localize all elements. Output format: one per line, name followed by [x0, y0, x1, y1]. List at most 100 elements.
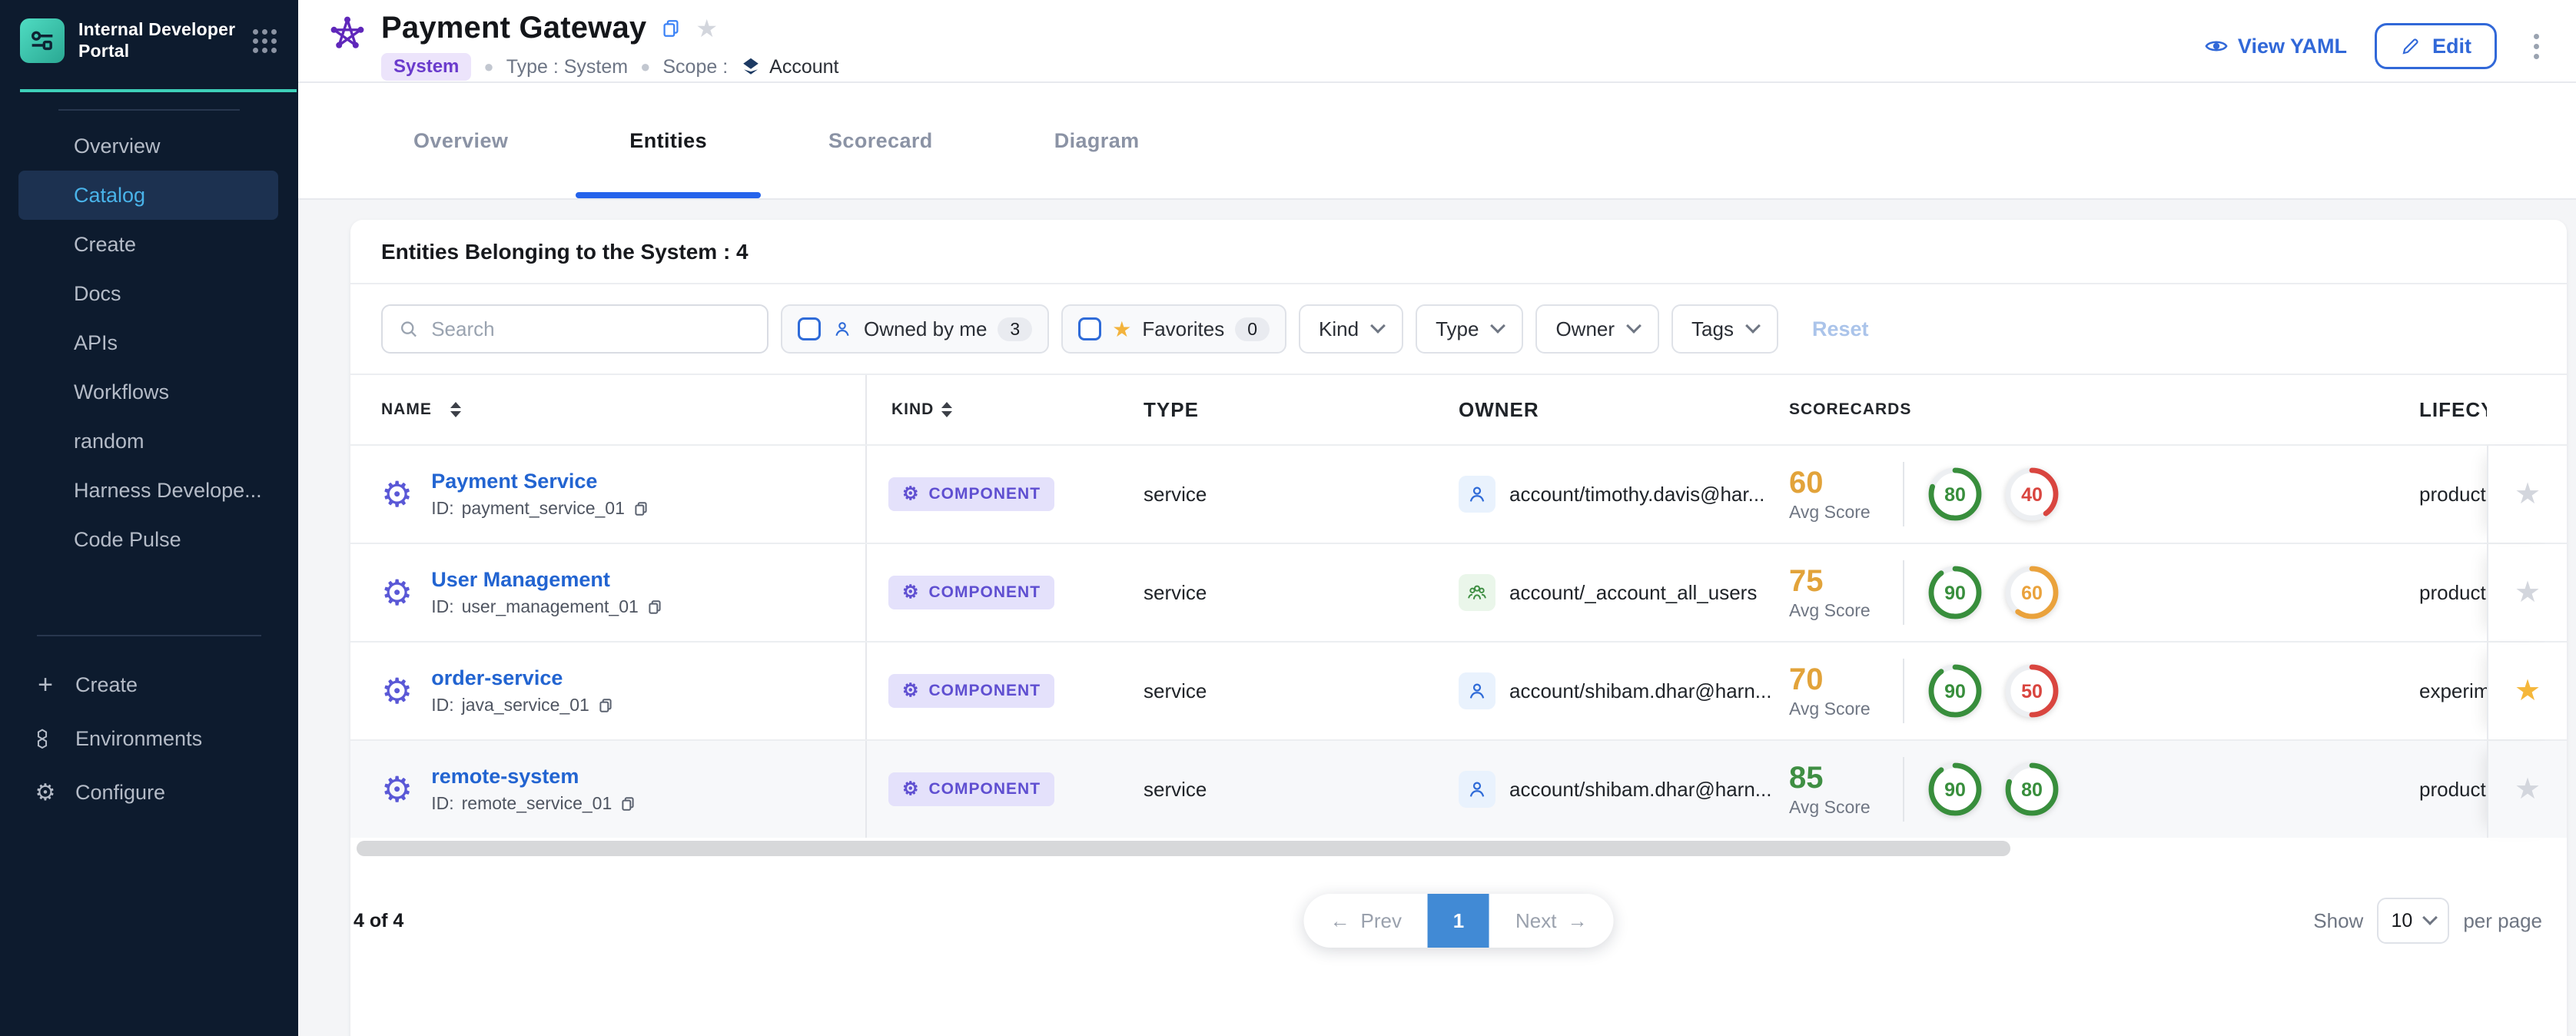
favorite-star-icon[interactable]: ★ [2515, 480, 2541, 509]
tab-overview[interactable]: Overview [360, 83, 562, 198]
entity-tabs: OverviewEntitiesScorecardDiagram [298, 83, 2576, 200]
copy-id-icon[interactable] [619, 795, 636, 812]
sidebar-item-harness-develope[interactable]: Harness Develope... [18, 466, 278, 515]
entity-name-link[interactable]: remote-system [431, 765, 636, 789]
type-value: service [1144, 581, 1207, 605]
scorecard-gauges: 80 40 [1926, 465, 2061, 523]
search-input[interactable] [431, 317, 752, 341]
sort-icon[interactable] [450, 402, 461, 417]
avg-score-label: Avg Score [1789, 797, 1903, 818]
type-value: service [1144, 483, 1207, 506]
type-value: service [1144, 778, 1207, 802]
arrow-right-icon: → [1567, 909, 1587, 933]
column-header-kind[interactable]: KIND [867, 400, 1144, 419]
eye-icon [2204, 34, 2229, 58]
copy-id-icon[interactable] [646, 599, 663, 616]
svg-text:80: 80 [1944, 484, 1966, 506]
view-yaml-button[interactable]: View YAML [2204, 34, 2347, 58]
avg-score-label: Avg Score [1789, 699, 1903, 719]
score-gauge: 40 [2003, 465, 2061, 523]
copy-id-icon[interactable] [597, 697, 614, 714]
copy-title-icon[interactable] [660, 18, 682, 39]
tab-entities[interactable]: Entities [576, 83, 761, 198]
sidebar-item-workflows[interactable]: Workflows [18, 367, 278, 417]
person-icon [1466, 483, 1489, 506]
entity-name-link[interactable]: User Management [431, 568, 663, 592]
score-gauge: 60 [2003, 563, 2061, 622]
table-row[interactable]: ⚙ order-service ID: java_service_01 ⚙ CO… [350, 641, 2567, 739]
table-row[interactable]: ⚙ User Management ID: user_management_01… [350, 543, 2567, 641]
favorite-star-icon[interactable]: ★ [2515, 578, 2541, 607]
page-size-select[interactable]: 10 [2377, 898, 2449, 944]
tab-scorecard[interactable]: Scorecard [775, 83, 987, 198]
component-gear-icon: ⚙ [381, 575, 413, 610]
avg-score-value: 85 [1789, 762, 1903, 794]
scorecard-gauges: 9060 [1926, 563, 2061, 622]
favorite-star-icon[interactable]: ★ [2515, 775, 2541, 804]
chevron-down-icon [1370, 318, 1386, 334]
owner-icon [1459, 672, 1495, 709]
owned-by-me-filter[interactable]: Owned by me 3 [781, 304, 1049, 354]
table-header: NAMEKINDTYPEOWNERSCORECARDSLIFECYCLE [350, 375, 2567, 444]
favorite-title-star-icon[interactable]: ★ [695, 16, 718, 41]
app-switcher-icon[interactable] [253, 29, 277, 53]
owner-dropdown[interactable]: Owner [1535, 304, 1659, 354]
sort-icon[interactable] [941, 402, 952, 417]
sidebar-item-apis[interactable]: APIs [18, 318, 278, 367]
reset-filters-button[interactable]: Reset [1812, 317, 1869, 341]
arrow-left-icon: ← [1330, 909, 1350, 933]
pencil-icon [2400, 35, 2422, 57]
page-header: Payment Gateway ★ System ● Type : System… [298, 0, 2576, 83]
next-page-button[interactable]: Next → [1489, 894, 1613, 948]
scrollbar-thumb[interactable] [357, 841, 2010, 856]
harness-idp-logo [20, 18, 65, 63]
entity-id: ID: payment_service_01 [431, 498, 649, 519]
show-label: Show [2313, 909, 2363, 933]
pager: ← Prev 1 Next → [1304, 894, 1614, 948]
sidebar-nav: OverviewCatalogCreateDocsAPIsWorkflowsra… [0, 111, 298, 564]
owner-value: account/shibam.dhar@harn... [1509, 778, 1771, 802]
plus-icon: + [32, 670, 58, 700]
more-options-icon[interactable] [2525, 28, 2548, 65]
entity-id: ID: java_service_01 [431, 695, 614, 716]
favorites-filter[interactable]: ★ Favorites 0 [1061, 304, 1286, 354]
current-page-button[interactable]: 1 [1428, 894, 1489, 948]
lifecycle-value: experimental [2419, 679, 2487, 703]
tags-dropdown[interactable]: Tags [1671, 304, 1778, 354]
favorites-checkbox[interactable] [1078, 317, 1101, 340]
column-header-type: TYPE [1144, 398, 1459, 422]
column-header-name[interactable]: NAME [350, 375, 867, 444]
person-icon [1466, 679, 1489, 702]
owned-by-me-checkbox[interactable] [798, 317, 821, 340]
tab-diagram[interactable]: Diagram [1001, 83, 1193, 198]
kind-dropdown[interactable]: Kind [1299, 304, 1403, 354]
sidebar-footer-item-environments[interactable]: Environments [0, 712, 298, 765]
sidebar-item-docs[interactable]: Docs [18, 269, 278, 318]
svg-text:90: 90 [1944, 779, 1966, 801]
content-area: Entities Belonging to the System : 4 [298, 200, 2576, 1036]
sidebar-item-create[interactable]: Create [18, 220, 278, 269]
table-row[interactable]: ⚙ remote-system ID: remote_service_01 ⚙ … [350, 739, 2567, 838]
sidebar-footer-item-configure[interactable]: ⚙Configure [0, 765, 298, 819]
entity-name-link[interactable]: order-service [431, 666, 614, 690]
scorecard-gauges: 9050 [1926, 662, 2061, 720]
sidebar-item-random[interactable]: random [18, 417, 278, 466]
edit-button[interactable]: Edit [2375, 23, 2497, 69]
copy-id-icon[interactable] [632, 500, 649, 517]
sidebar-item-overview[interactable]: Overview [18, 121, 278, 171]
brand[interactable]: Internal Developer Portal [0, 0, 298, 80]
gear-icon: ⚙ [902, 682, 920, 700]
entity-name-link[interactable]: Payment Service [431, 470, 649, 493]
favorite-star-icon[interactable]: ★ [2515, 676, 2541, 706]
table-row[interactable]: ⚙ Payment Service ID: payment_service_01… [350, 444, 2567, 543]
person-icon [1466, 778, 1489, 801]
sidebar-footer-nav: +CreateEnvironments⚙Configure [0, 658, 298, 819]
sidebar-item-code-pulse[interactable]: Code Pulse [18, 515, 278, 564]
type-dropdown[interactable]: Type [1416, 304, 1523, 354]
sidebar-item-catalog[interactable]: Catalog [18, 171, 278, 220]
prev-page-button[interactable]: ← Prev [1304, 894, 1428, 948]
sidebar-footer-item-create[interactable]: +Create [0, 658, 298, 712]
entity-kind-badge: System [381, 53, 471, 81]
account-scope-icon [740, 56, 762, 78]
svg-text:80: 80 [2021, 779, 2043, 801]
